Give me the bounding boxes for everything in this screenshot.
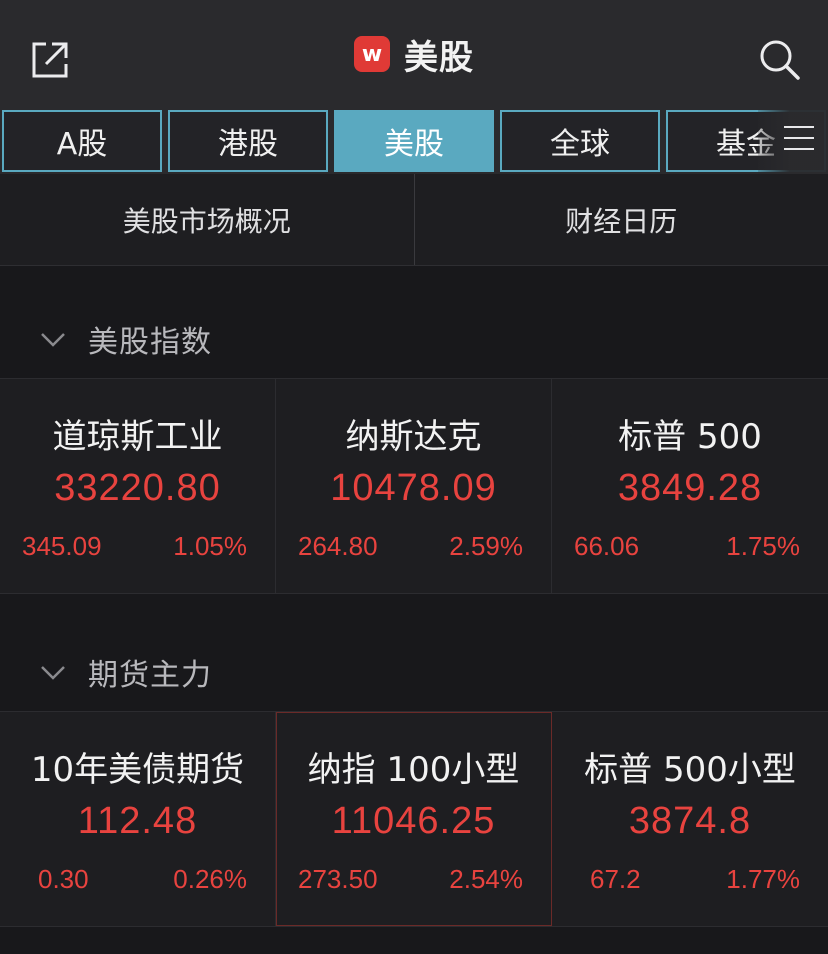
quote-price: 3849.28	[617, 467, 763, 509]
page-title: 美股	[404, 37, 474, 78]
tab-a-shares[interactable]: A股	[2, 110, 162, 172]
quote-change: 273.50	[298, 864, 378, 894]
quote-name: 纳斯达克	[345, 417, 482, 457]
page-header: w 美股	[0, 0, 828, 108]
sub-nav: 美股市场概况 财经日历	[0, 174, 828, 266]
quote-card-sp500[interactable]: 标普 500 3849.28 66.06 1.75%	[552, 379, 828, 593]
section-title: 期货主力	[88, 658, 212, 693]
quote-card-sp500-mini[interactable]: 标普 500小型 3874.8 67.2 1.77%	[552, 712, 828, 926]
quote-name: 标普 500小型	[584, 750, 796, 790]
market-tabs: A股 港股 美股 全球 基金	[0, 108, 828, 174]
quote-name: 标普 500	[618, 417, 762, 457]
quote-card-nasdaq100-mini[interactable]: 纳指 100小型 11046.25 273.50 2.54%	[276, 712, 552, 926]
quote-price: 112.48	[77, 800, 198, 842]
tab-us-stocks[interactable]: 美股	[334, 110, 494, 172]
quote-change: 67.2	[590, 864, 641, 894]
tab-global[interactable]: 全球	[500, 110, 660, 172]
quote-percent: 1.75%	[726, 531, 800, 561]
quote-change: 66.06	[574, 531, 640, 561]
app-logo: w	[354, 36, 390, 72]
menu-icon[interactable]	[784, 126, 814, 156]
us-market-overview-link[interactable]: 美股市场概况	[0, 174, 414, 265]
quote-price: 11046.25	[331, 800, 496, 842]
quote-price: 10478.09	[330, 467, 497, 509]
quote-name: 纳指 100小型	[307, 750, 520, 790]
quote-change: 0.30	[38, 864, 89, 894]
quote-change: 264.80	[298, 531, 378, 561]
quote-percent: 1.05%	[173, 531, 247, 561]
quote-percent: 1.77%	[726, 864, 800, 894]
index-grid: 道琼斯工业 33220.80 345.09 1.05% 纳斯达克 10478.0…	[0, 378, 828, 594]
quote-price: 3874.8	[628, 800, 752, 842]
section-title: 美股指数	[88, 325, 212, 360]
quote-percent: 2.54%	[449, 864, 523, 894]
quote-name: 道琼斯工业	[52, 417, 223, 457]
chevron-down-icon	[41, 333, 65, 347]
financial-calendar-link[interactable]: 财经日历	[415, 174, 828, 265]
tab-hk-stocks[interactable]: 港股	[168, 110, 328, 172]
quote-card-10y-treasury[interactable]: 10年美债期货 112.48 0.30 0.26%	[0, 712, 276, 926]
quote-card-nasdaq[interactable]: 纳斯达克 10478.09 264.80 2.59%	[276, 379, 552, 593]
quote-percent: 2.59%	[449, 531, 523, 561]
quote-card-dow[interactable]: 道琼斯工业 33220.80 345.09 1.05%	[0, 379, 276, 593]
futures-grid: 10年美债期货 112.48 0.30 0.26% 纳指 100小型 11046…	[0, 711, 828, 927]
quote-price: 33220.80	[54, 467, 221, 509]
top-bar: w 美股	[0, 0, 828, 108]
quote-change: 345.09	[22, 531, 102, 561]
quote-name: 10年美债期货	[30, 750, 245, 790]
quote-percent: 0.26%	[173, 864, 247, 894]
chevron-down-icon	[41, 666, 65, 680]
search-icon[interactable]	[756, 36, 802, 82]
